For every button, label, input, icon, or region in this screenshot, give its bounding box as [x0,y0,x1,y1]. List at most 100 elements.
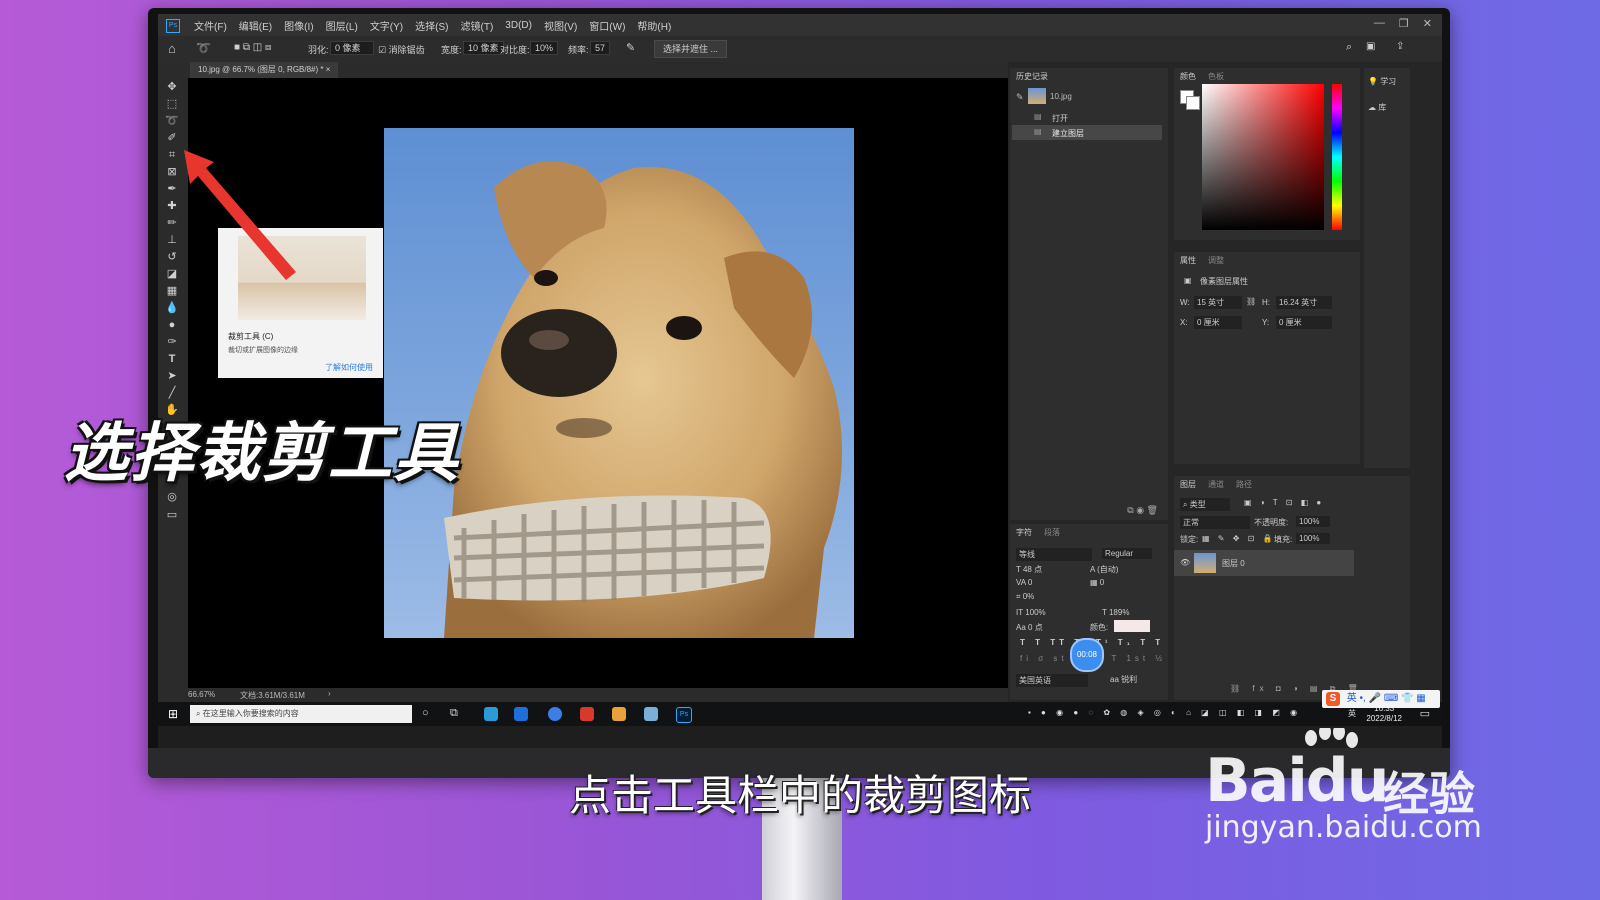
feather-input[interactable]: 0 像素 [330,41,374,55]
lock-icons[interactable]: ▦ ✎ ✥ ⊡ 🔒 [1202,534,1276,543]
pen-tool-icon[interactable]: ✑ [164,335,180,349]
edge-icon[interactable] [514,707,528,721]
menu-type[interactable]: 文字(Y) [364,18,409,33]
layer-filter-select[interactable]: ⌕ 类型 [1180,498,1230,511]
status-chevron-icon[interactable]: › [328,689,331,698]
workspace-icon[interactable]: ▣ [1366,41,1375,52]
width-input[interactable]: 10 像素 [463,41,504,55]
tracking-field[interactable]: ▦ 0 [1090,578,1104,587]
canvas-area[interactable]: 裁剪工具 (C) 裁切或扩展图像的边缘 了解如何使用 [188,78,1008,688]
marquee-tool-icon[interactable]: ⬚ [164,97,180,111]
blend-mode-select[interactable]: 正常 [1180,516,1250,529]
path-select-tool-icon[interactable]: ➤ [164,369,180,383]
system-tray-icons[interactable]: ▪ ● ◉ ● ◌ ✿ ◍ ◈ ◎ ◐ ⌂ ◪ ◫ ◧ ◨ ◩ ◉ [1028,708,1301,717]
ime-language[interactable]: 英 [1348,708,1356,719]
opacity-field[interactable]: 100% [1296,516,1330,527]
text-color-swatch[interactable] [1114,620,1150,632]
move-tool-icon[interactable]: ✥ [164,80,180,94]
minimize-button[interactable]: — [1374,17,1385,30]
menu-3d[interactable]: 3D(D) [499,20,538,31]
menu-file[interactable]: 文件(F) [188,18,233,33]
menu-window[interactable]: 窗口(W) [583,18,631,33]
photoshop-taskbar-icon[interactable]: Ps [676,707,692,723]
y-field[interactable]: 0 厘米 [1276,316,1332,329]
baseline-field[interactable]: Aa 0 点 [1016,622,1043,633]
tab-color[interactable]: 颜色 [1174,68,1202,86]
ime-toolbar[interactable]: S 英 •, 🎤 ⌨ 👕 ▦ [1322,690,1440,708]
history-brush-source-icon[interactable]: ✎ [1016,92,1026,103]
snapshot-name[interactable]: 10.jpg [1050,92,1072,101]
taskbar-search[interactable]: ⌕ 在这里输入你要搜索的内容 [190,705,412,723]
document-tab[interactable]: 10.jpg @ 66.7% (图层 0, RGB/8#) * × [190,62,339,78]
photos-icon[interactable] [612,707,626,721]
zoom-level[interactable]: 66.67% [188,690,215,699]
share-icon[interactable]: ⇪ [1396,41,1404,52]
blur-tool-icon[interactable]: 💧 [164,301,180,315]
lasso-tool-icon[interactable]: ➰ [164,114,180,128]
layer-filter-icons[interactable]: ▣ ◑ T ⊡ ◧ ● [1244,498,1324,507]
select-and-mask-button[interactable]: 选择并遮住 ... [654,40,728,58]
kerning-field[interactable]: VA 0 [1016,578,1032,587]
font-family-select[interactable]: 等线 [1016,548,1092,561]
browser-icon[interactable] [484,707,498,721]
task-view-icon[interactable]: ⧉ [450,707,458,720]
link-icon[interactable]: ⛓ [1246,297,1256,306]
width-field[interactable]: 15 英寸 [1194,296,1242,309]
close-button[interactable]: ✕ [1423,17,1432,30]
color-field[interactable] [1202,84,1324,230]
x-field[interactable]: 0 厘米 [1194,316,1242,329]
visibility-eye-icon[interactable]: 👁 [1180,558,1190,567]
screen-mode-icon[interactable]: ▭ [164,508,180,522]
magnetic-lasso-icon[interactable]: ➰ [196,41,211,55]
line-tool-icon[interactable]: ╱ [164,386,180,400]
quick-select-tool-icon[interactable]: ✐ [164,131,180,145]
learn-button[interactable]: 💡 学习 [1368,76,1396,87]
background-color-swatch[interactable] [1186,96,1200,110]
notification-icon[interactable]: ▭ [1420,707,1430,720]
font-style-select[interactable]: Regular [1102,548,1152,559]
dodge-tool-icon[interactable]: ● [164,318,180,332]
menu-select[interactable]: 选择(S) [409,18,454,33]
antialias-select[interactable]: aa 锐利 [1110,674,1137,685]
frequency-input[interactable]: 57 [590,41,611,55]
leading-field[interactable]: A (自动) [1090,564,1118,575]
height-field[interactable]: 16.24 英寸 [1276,296,1332,309]
tooltip-learn-link[interactable]: 了解如何使用 [325,362,373,373]
wps-icon[interactable] [580,707,594,721]
history-item-active[interactable]: ▤ 建立图层 [1012,125,1162,140]
history-actions-icons[interactable]: ⧉ ◉ 🗑 [1127,505,1158,516]
pen-pressure-icon[interactable]: ✎ [626,41,635,54]
home-icon[interactable]: ⌂ [168,41,176,56]
history-tab[interactable]: 历史记录 [1010,68,1054,86]
selection-mode-icons[interactable]: ■ ⧉ ◫ ⧈ [234,42,271,53]
fill-field[interactable]: 100% [1296,533,1330,544]
windows-start-icon[interactable]: ⊞ [168,707,178,721]
horizontal-scale-field[interactable]: T 189% [1102,608,1129,617]
libraries-button[interactable]: ☁ 库 [1368,102,1386,113]
font-size-field[interactable]: T 48 点 [1016,564,1042,575]
contrast-input[interactable]: 10% [530,41,559,55]
tab-paths[interactable]: 路径 [1230,476,1258,494]
tab-layers[interactable]: 图层 [1174,476,1202,494]
search-icon[interactable]: ⌕ [1346,41,1352,54]
language-select[interactable]: 美国英语 [1016,674,1088,687]
tsume-field[interactable]: ⌗ 0% [1016,592,1034,602]
type-tool-icon[interactable]: T [164,352,180,366]
layer-row[interactable]: 👁 图层 0 [1174,550,1354,576]
document-info[interactable]: 文档:3.61M/3.61M [240,690,305,701]
menu-help[interactable]: 帮助(H) [631,18,677,33]
menu-edit[interactable]: 编辑(E) [233,18,278,33]
ime-toolbar-icons[interactable]: 英 •, 🎤 ⌨ 👕 ▦ [1347,693,1426,704]
menu-image[interactable]: 图像(I) [278,18,319,33]
tab-character[interactable]: 字符 [1010,524,1038,542]
hue-slider[interactable] [1332,84,1342,230]
vertical-scale-field[interactable]: IT 100% [1016,608,1046,617]
menu-filter[interactable]: 滤镜(T) [455,18,500,33]
restore-button[interactable]: ❐ [1399,17,1409,30]
history-item[interactable]: ▤ 打开 [1012,110,1162,125]
antialias-checkbox[interactable]: ☑ 消除锯齿 [378,43,425,56]
app-icon[interactable] [548,707,562,721]
close-tab-icon[interactable]: × [326,65,331,74]
tab-properties[interactable]: 属性 [1174,252,1202,270]
files-icon[interactable] [644,707,658,721]
